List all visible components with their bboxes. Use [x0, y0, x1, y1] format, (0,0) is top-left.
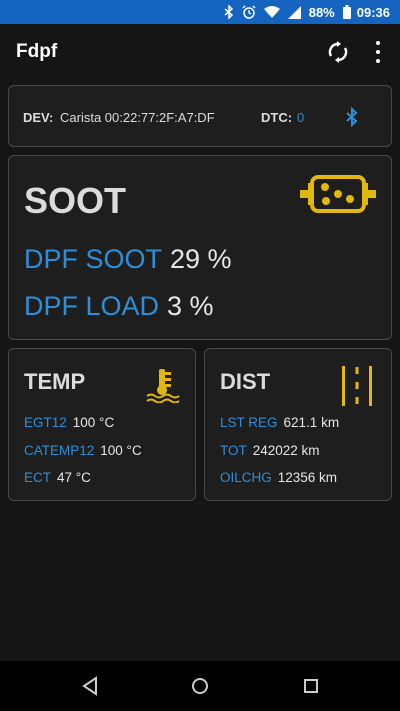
sync-icon[interactable]: [326, 40, 350, 64]
dev-label: DEV:: [23, 110, 54, 125]
ect-row: ECT 47 °C: [24, 470, 91, 485]
catemp12-label: CATEMP12: [24, 443, 95, 458]
ect-value: 47 °C: [57, 470, 91, 485]
app-title: Fdpf: [16, 41, 58, 62]
clock: 09:36: [356, 4, 390, 20]
bluetooth-icon: [224, 5, 234, 19]
egt12-label: EGT12: [24, 415, 67, 430]
dev-value: Carista 00:22:77:2F:A7:DF: [60, 110, 215, 125]
egt12-value: 100 °C: [72, 415, 115, 430]
ect-label: ECT: [24, 470, 51, 485]
dpf-soot-label: DPF SOOT: [24, 244, 163, 274]
home-icon[interactable]: [190, 676, 210, 701]
wifi-icon: [263, 6, 280, 18]
navigation-bar: [0, 661, 400, 711]
battery-icon: [342, 5, 351, 19]
oilchg-row: OILCHG 12356 km: [220, 470, 337, 485]
road-icon: [339, 365, 375, 412]
egt12-row: EGT12 100 °C: [24, 415, 114, 430]
catemp12-value: 100 °C: [100, 443, 142, 458]
app-bar: Fdpf: [0, 24, 400, 80]
lst-reg-row: LST REG 621.1 km: [220, 415, 339, 430]
dpf-filter-icon: [299, 174, 377, 219]
soot-title: SOOT: [24, 180, 127, 221]
soot-card[interactable]: SOOT DPF SOOT 29 % DPF LOAD 3 %: [8, 155, 392, 340]
device-card: DEV: Carista 00:22:77:2F:A7:DF DTC: 0: [8, 85, 392, 147]
dpf-load-row: DPF LOAD 3 %: [24, 291, 214, 322]
temp-title: TEMP: [24, 369, 86, 394]
back-icon[interactable]: [81, 676, 99, 701]
tot-value: 242022 km: [252, 443, 320, 458]
lst-reg-value: 621.1 km: [283, 415, 340, 430]
status-bar: 88% 09:36: [0, 0, 400, 24]
signal-icon: [287, 5, 301, 19]
oilchg-label: OILCHG: [220, 470, 272, 485]
dtc-value: 0: [297, 110, 305, 125]
bluetooth-icon[interactable]: [345, 106, 359, 132]
recents-icon[interactable]: [302, 676, 320, 701]
tot-label: TOT: [220, 443, 247, 458]
lst-reg-label: LST REG: [220, 415, 278, 430]
dtc-label: DTC:: [261, 110, 293, 125]
battery-percent: 88%: [308, 4, 335, 20]
dpf-load-label: DPF LOAD: [24, 291, 160, 321]
coolant-temp-icon: [145, 367, 181, 408]
tot-row: TOT 242022 km: [220, 443, 320, 458]
dpf-load-value: 3 %: [167, 291, 214, 321]
oilchg-value: 12356 km: [277, 470, 338, 485]
more-vert-icon[interactable]: [370, 41, 386, 63]
dist-card[interactable]: DIST LST REG 621.1 km TOT 242022 km OILCHG…: [204, 348, 392, 501]
catemp12-row: CATEMP12 100 °C: [24, 443, 142, 458]
dpf-soot-value: 29 %: [170, 244, 232, 274]
alarm-icon: [242, 5, 256, 19]
temp-card[interactable]: TEMP EGT12 100 °C CATEMP12 100 °C ECT 47 °C: [8, 348, 196, 501]
dpf-soot-row: DPF SOOT 29 %: [24, 244, 232, 275]
dist-title: DIST: [220, 369, 271, 394]
